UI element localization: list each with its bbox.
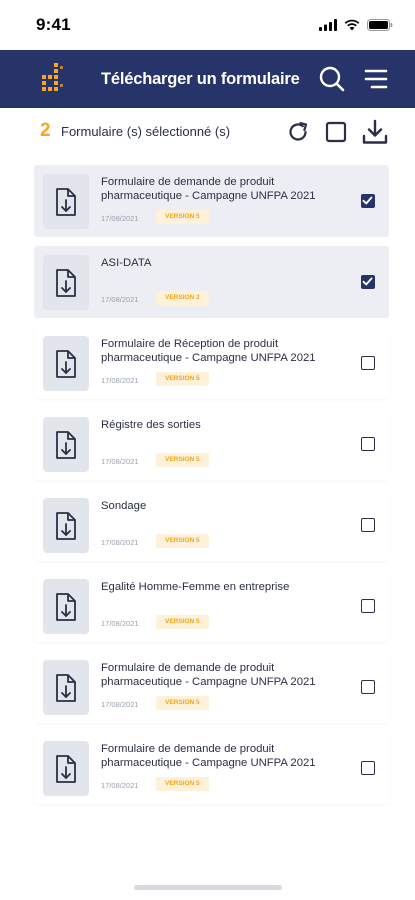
checkmark-icon (362, 277, 373, 286)
form-checkbox[interactable] (361, 518, 375, 532)
app-header: Télécharger un formulaire (0, 50, 415, 108)
form-date: 17/08/2021 (101, 214, 139, 223)
form-version-badge: VERSION 5 (156, 534, 209, 548)
form-version-badge: VERSION 5 (156, 453, 209, 467)
form-title: Formulaire de demande de produit pharmac… (101, 743, 316, 769)
checkmark-icon (362, 196, 373, 205)
form-checkbox[interactable] (361, 275, 375, 289)
form-date: 17/08/2021 (101, 538, 139, 547)
status-icons (319, 19, 393, 31)
form-download-file-icon (43, 579, 89, 634)
select-all-checkbox-icon[interactable] (325, 121, 347, 143)
form-version-badge: VERSION 5 (156, 372, 209, 386)
form-download-file-icon (43, 417, 89, 472)
page-title: Télécharger un formulaire (101, 70, 300, 88)
form-title: Formulaire de demande de produit pharmac… (101, 176, 316, 202)
form-version-badge: VERSION 5 (156, 777, 209, 791)
form-title: ASI-DATA (101, 257, 152, 269)
form-list-item[interactable]: Egalité Homme-Femme en entreprise 17/08/… (34, 570, 389, 642)
form-download-file-icon (43, 255, 89, 310)
form-date: 17/08/2021 (101, 376, 139, 385)
form-checkbox[interactable] (361, 761, 375, 775)
form-date: 17/08/2021 (101, 619, 139, 628)
form-list-item[interactable]: Formulaire de demande de produit pharmac… (34, 732, 389, 804)
form-list-item[interactable]: Régistre des sorties 17/08/2021 VERSION … (34, 408, 389, 480)
form-date: 17/08/2021 (101, 457, 139, 466)
form-download-file-icon (43, 741, 89, 796)
search-icon[interactable] (318, 65, 346, 93)
form-list: Formulaire de demande de produit pharmac… (34, 165, 389, 813)
form-title: Egalité Homme-Femme en entreprise (101, 581, 290, 593)
battery-icon (367, 19, 393, 31)
status-time: 9:41 (36, 15, 71, 34)
menu-icon[interactable] (364, 68, 388, 90)
form-title: Formulaire de Réception de produit pharm… (101, 338, 316, 364)
home-indicator (134, 885, 282, 890)
form-download-file-icon (43, 498, 89, 553)
form-date: 17/08/2021 (101, 781, 139, 790)
form-version-badge: VERSION 5 (156, 696, 209, 710)
app-logo (42, 63, 63, 91)
form-date: 17/08/2021 (101, 295, 139, 304)
form-date: 17/08/2021 (101, 700, 139, 709)
form-checkbox[interactable] (361, 437, 375, 451)
refresh-icon[interactable] (287, 121, 309, 143)
form-list-item[interactable]: Formulaire de demande de produit pharmac… (34, 165, 389, 237)
form-checkbox[interactable] (361, 194, 375, 208)
selection-toolbar: 2 Formulaire (s) sélectionné (s) (0, 108, 415, 158)
form-download-file-icon (43, 174, 89, 229)
form-checkbox[interactable] (361, 356, 375, 370)
form-version-badge: VERSION 5 (156, 615, 209, 629)
form-list-item[interactable]: Formulaire de Réception de produit pharm… (34, 327, 389, 399)
form-list-item[interactable]: ASI-DATA 17/08/2021 VERSION 2 (34, 246, 389, 318)
form-checkbox[interactable] (361, 599, 375, 613)
status-bar: 9:41 (0, 0, 415, 50)
form-title: Régistre des sorties (101, 419, 201, 431)
selected-count: 2 (40, 120, 51, 141)
form-list-item[interactable]: Formulaire de demande de produit pharmac… (34, 651, 389, 723)
form-title: Sondage (101, 500, 147, 512)
form-version-badge: VERSION 5 (156, 210, 209, 224)
form-list-item[interactable]: Sondage 17/08/2021 VERSION 5 (34, 489, 389, 561)
wifi-icon (344, 19, 360, 31)
form-checkbox[interactable] (361, 680, 375, 694)
form-title: Formulaire de demande de produit pharmac… (101, 662, 316, 688)
selected-label: Formulaire (s) sélectionné (s) (61, 124, 231, 139)
form-download-file-icon (43, 660, 89, 715)
download-icon[interactable] (362, 119, 388, 145)
form-version-badge: VERSION 2 (156, 291, 209, 305)
form-download-file-icon (43, 336, 89, 391)
cellular-signal-icon (319, 19, 337, 31)
